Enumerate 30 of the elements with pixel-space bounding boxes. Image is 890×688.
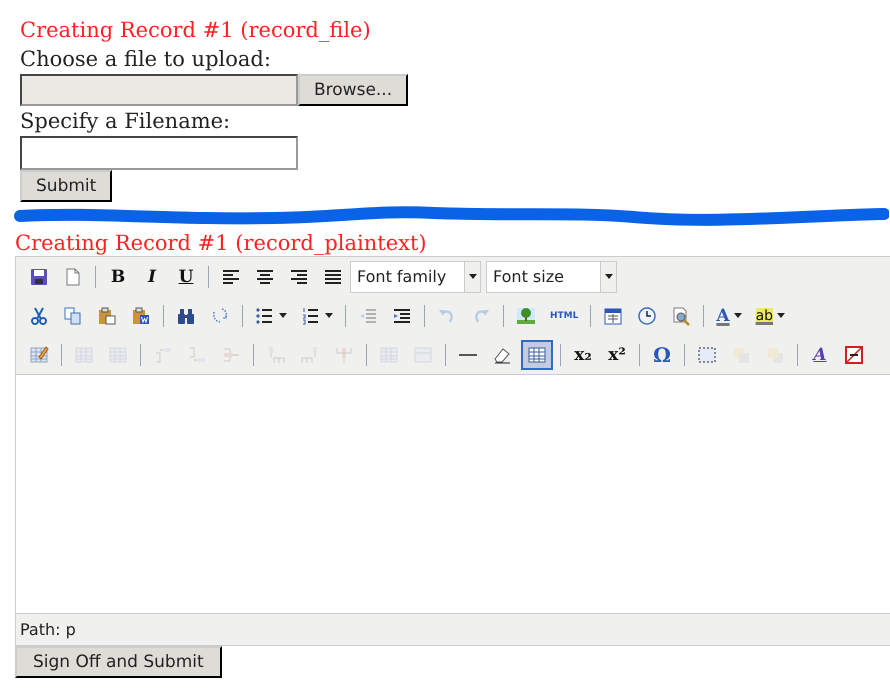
sign-off-button[interactable]: Sign Off and Submit: [15, 646, 222, 678]
table-grid-icon[interactable]: [521, 340, 553, 370]
bold-button[interactable]: B: [103, 262, 133, 292]
bullet-list-icon: [255, 306, 275, 326]
dropdown[interactable]: Font family: [350, 260, 481, 292]
filename-field[interactable]: [20, 136, 298, 170]
underline-button[interactable]: U: [171, 262, 201, 292]
text-color-button[interactable]: A: [711, 300, 747, 330]
caret-icon: [777, 313, 786, 318]
html-button[interactable]: HTML: [545, 300, 584, 330]
editor-title: Creating Record #1 (record_plaintext): [15, 230, 428, 256]
italic-button[interactable]: I: [137, 262, 167, 292]
browse-button[interactable]: Browse...: [298, 74, 408, 106]
special-character-button[interactable]: Ω: [647, 340, 677, 370]
path-label: Path: p: [19, 619, 77, 641]
caret-icon: [734, 313, 742, 318]
caret-icon: [468, 274, 476, 279]
superscript-button[interactable]: x²: [602, 340, 632, 370]
caret-icon: [325, 313, 333, 318]
dropdown[interactable]: Font size: [486, 260, 617, 292]
field-label: Choose a file to upload:: [20, 46, 272, 73]
numbered-list-icon: [301, 306, 321, 326]
submit-button[interactable]: Submit: [20, 170, 112, 202]
form-title: Creating Record #1 (record_file): [20, 17, 372, 44]
highlight-color-button[interactable]: ab: [750, 300, 790, 330]
caret-icon: [604, 274, 612, 279]
style-button[interactable]: A: [805, 340, 835, 370]
field-label: Specify a Filename:: [20, 108, 232, 135]
caret-icon: [279, 313, 287, 318]
subscript-button[interactable]: x₂: [568, 340, 598, 370]
